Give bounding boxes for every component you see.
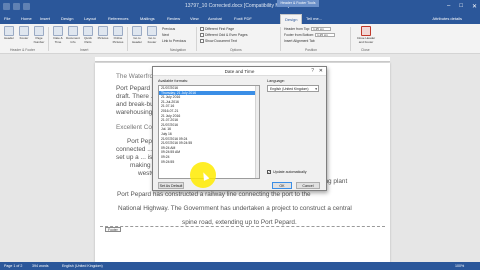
different-first-page-option[interactable]: Different First Page [200,27,234,32]
word-count[interactable]: 394 words [32,264,49,268]
close-header-footer-button[interactable]: Close Header and Footer [355,26,377,44]
zoom-level[interactable]: 100% [455,264,464,268]
next-button[interactable]: Next [162,33,169,37]
ribbon-separator [196,27,197,51]
group-close: Close [361,48,370,52]
status-language[interactable]: English (United Kingdom) [62,264,103,268]
redo-icon[interactable] [23,3,30,10]
ribbon-separator [280,27,281,51]
pictures-button[interactable]: Pictures [96,26,110,41]
insert-alignment-tab-button[interactable]: Insert Alignment Tab [284,39,315,43]
quick-parts-button[interactable]: Quick Parts [81,26,95,44]
go-to-header-icon [132,26,142,36]
group-navigation: Navigation [170,48,187,52]
window-controls: – □ ✕ [447,3,477,10]
different-odd-even-option[interactable]: Different Odd & Even Pages [200,33,248,38]
tab-file[interactable]: File [4,16,10,21]
online-pictures-button[interactable]: Online Pictures [111,26,125,44]
tab-foxit-pdf[interactable]: Foxit PDF [234,16,252,21]
ribbon: Header Footer Page Number Date & Time Do… [0,24,480,54]
checkbox-icon [200,33,204,38]
tab-acrobat[interactable]: Acrobat [208,16,222,21]
header-icon [4,26,14,36]
status-bar: Page 1 of 2 394 words English (United Ki… [0,262,480,270]
update-automatically-option[interactable]: ✓ Update automatically [267,170,307,175]
close-window-icon[interactable]: ✕ [472,3,477,10]
close-red-x-icon [361,26,371,36]
group-insert: Insert [80,48,89,52]
group-header-footer: Header & Footer [10,48,36,52]
group-position: Position [305,48,318,52]
undo-icon[interactable] [13,3,20,10]
header-from-top-field[interactable]: Header from Top: 1.25 cm [284,27,332,32]
chevron-down-icon: ▾ [315,87,317,91]
go-to-header-button[interactable]: Go to Header [130,26,144,44]
ribbon-separator [350,27,351,51]
tab-references[interactable]: References [108,16,128,21]
footer-boundary [100,226,385,227]
document-info-button[interactable]: Document Info [66,26,80,44]
page-count[interactable]: Page 1 of 2 [4,264,22,268]
ok-button[interactable]: OK [272,182,292,189]
checkbox-checked-icon: ✓ [267,170,271,175]
tab-insert[interactable]: Insert [40,16,50,21]
footer-from-bottom-field[interactable]: Footer from Bottom: 1.25 cm [284,33,336,38]
tab-layout[interactable]: Layout [84,16,96,21]
footer-icon [19,26,29,36]
checkbox-icon [200,27,204,32]
online-picture-icon [113,26,123,36]
date-time-dialog: Date and Time ? ✕ Available formats: 21/… [152,66,327,191]
formats-scrollbar[interactable] [255,86,259,178]
page-number-button[interactable]: Page Number [32,26,46,44]
tell-me-search[interactable]: Tell me... [306,16,322,21]
tab-design[interactable]: Design [61,16,73,21]
formats-label: Available formats: [158,79,189,83]
signin-user[interactable]: Attributes details [432,16,462,21]
ribbon-separator [48,27,49,51]
context-tab-group-label: Header & Footer Tools [277,0,319,7]
tab-view[interactable]: View [190,16,199,21]
footer-tag: Footer [105,227,121,232]
checkbox-icon [200,39,204,44]
link-to-previous-button[interactable]: Link to Previous [162,39,186,43]
header-button[interactable]: Header [2,26,16,41]
tab-header-footer-design[interactable]: Design [280,14,303,24]
cancel-button[interactable]: Cancel [296,182,320,189]
doc-line: Port Pepard has constructed a railway li… [117,191,311,198]
show-document-text-option[interactable]: Show Document Text [200,39,237,44]
picture-icon [98,26,108,36]
title-bar: 13797_10 Corrected.docx [Compatibility M… [0,0,480,14]
dialog-title: Date and Time [153,67,326,76]
tab-home[interactable]: Home [21,16,32,21]
tab-mailings[interactable]: Mailings [140,16,155,21]
previous-button[interactable]: Previous [162,27,175,31]
doc-line: spine road, extending up to Port Pepard. [182,219,297,226]
maximize-icon[interactable]: □ [459,3,463,10]
doc-line: National Highway. The Government has und… [118,205,352,212]
footer-button[interactable]: Footer [17,26,31,41]
set-as-default-button[interactable]: Set As Default [158,182,184,189]
group-options: Options [230,48,242,52]
ribbon-tabs: File Home Insert Design Layout Reference… [0,14,480,24]
go-to-footer-icon [147,26,157,36]
page-number-icon [34,26,44,36]
help-icon[interactable]: ? [311,68,314,74]
date-time-button[interactable]: Date & Time [51,26,65,44]
save-icon[interactable] [3,3,10,10]
document-info-icon [68,26,78,36]
horizontal-ruler [95,57,390,62]
tab-review[interactable]: Review [167,16,180,21]
language-label: Language: [267,79,285,83]
close-icon[interactable]: ✕ [319,68,323,74]
quick-parts-icon [83,26,93,36]
ribbon-separator [127,27,128,51]
go-to-footer-button[interactable]: Go to Footer [145,26,159,44]
language-select[interactable]: English (United Kingdom) ▾ [267,85,319,92]
calendar-icon [53,26,63,36]
minimize-icon[interactable]: – [447,3,450,10]
quick-access-toolbar [3,3,30,10]
